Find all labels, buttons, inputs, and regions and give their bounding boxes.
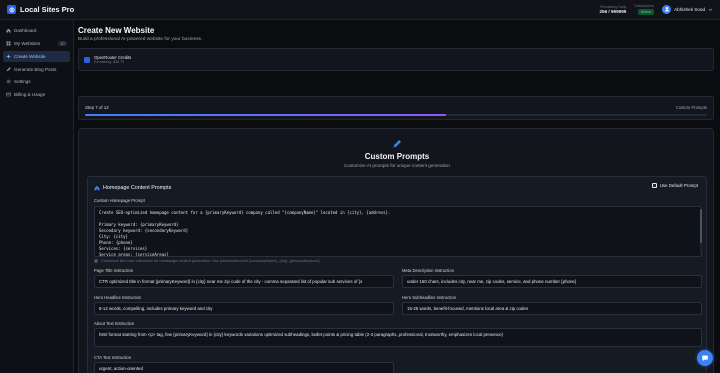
- user-icon: [664, 7, 669, 12]
- sidebar-item-label: Create Website: [14, 53, 46, 59]
- custom-prompts-card: Custom Prompts Customize AI prompts for …: [78, 128, 714, 373]
- status-badge: Active: [637, 8, 655, 16]
- use-default-prompt-button[interactable]: Use Default Prompt: [651, 183, 698, 188]
- section-subtitle: Customize AI prompts for unique content …: [344, 163, 450, 168]
- subscription-label: Subscription: [634, 3, 655, 8]
- progress-fill: [85, 114, 446, 116]
- sidebar-item-settings[interactable]: Settings: [3, 76, 70, 88]
- homepage-prompts-card: Homepage Content Prompts Use Default Pro…: [87, 176, 707, 373]
- sidebar-item-create-website[interactable]: Create Website: [3, 50, 70, 63]
- home-icon: [94, 185, 100, 191]
- step-name: Custom Prompts: [675, 105, 707, 110]
- meta-description-input[interactable]: under 160 chars, includes city, near me,…: [402, 275, 702, 288]
- app-title: Local Sites Pro: [20, 5, 75, 14]
- count-badge: 10: [58, 41, 67, 47]
- user-menu[interactable]: Abhishek Sood: [662, 4, 713, 14]
- page-title: Create New Website: [78, 26, 155, 35]
- use-default-label: Use Default Prompt: [659, 183, 698, 188]
- page-title-instruction-label: Page Title Instruction: [94, 268, 134, 273]
- cta-text-input[interactable]: urgent, action-oriented: [94, 362, 394, 373]
- plus-icon: [6, 54, 11, 59]
- subscription-status: Subscription Active: [634, 3, 655, 16]
- avatar: [662, 4, 672, 14]
- progress-bar: [85, 114, 707, 116]
- homepage-prompt-hint: Customize the main instruction for homep…: [94, 259, 321, 263]
- page-title-instruction-input[interactable]: CTR optimized title in format {primaryKe…: [94, 275, 394, 288]
- meta-description-label: Meta Description Instruction: [402, 268, 454, 273]
- sidebar-item-label: My Websites: [14, 41, 41, 47]
- default-checkbox[interactable]: [651, 183, 657, 188]
- credits-remaining: Remaining: $58.79: [94, 60, 125, 64]
- scrollbar-thumb[interactable]: [700, 209, 702, 243]
- sidebar-item-billing[interactable]: Billing & Usage: [3, 89, 70, 101]
- logo-icon: [7, 5, 16, 14]
- section-title: Custom Prompts: [364, 152, 430, 161]
- step-label: Step 7 of 12: [85, 105, 109, 110]
- homepage-prompts-title: Homepage Content Prompts: [103, 185, 172, 191]
- chat-button[interactable]: [697, 350, 713, 366]
- grid-icon: [6, 41, 11, 46]
- hero-headline-label: Hero Headline Instruction: [94, 295, 142, 300]
- credits-icon: [84, 56, 90, 63]
- hero-subheadline-label: Hero Subheadline Instruction: [402, 295, 457, 300]
- user-name: Abhishek Sood: [674, 6, 705, 12]
- gear-icon: [6, 79, 11, 84]
- sidebar-item-label: Billing & Usage: [14, 92, 46, 98]
- sidebar-item-label: Settings: [14, 79, 31, 85]
- daily-usage: Remaining Daily 256 / 999999: [599, 5, 626, 15]
- homepage-prompts-header: Homepage Content Prompts: [94, 185, 171, 191]
- daily-usage-value: 256 / 999999: [599, 8, 627, 14]
- card-icon: [6, 92, 11, 97]
- step-progress-card: Step 7 of 12 Custom Prompts: [78, 96, 714, 120]
- sidebar-item-my-websites[interactable]: My Websites 10: [3, 38, 70, 50]
- chat-icon: [702, 355, 708, 361]
- info-icon: [94, 259, 98, 263]
- sidebar: Dashboard My Websites 10 Create Website …: [0, 20, 74, 373]
- main-content: Create New Website Build a professional …: [78, 20, 716, 373]
- sidebar-item-dashboard[interactable]: Dashboard: [3, 25, 70, 37]
- page-subtitle: Build a professional AI-powered website …: [78, 37, 203, 42]
- hero-subheadline-input[interactable]: 15-25 words, benefit-focused, mentions l…: [402, 302, 702, 315]
- homepage-prompt-label: Custom Homepage Prompt: [94, 198, 145, 203]
- sidebar-item-label: Generate Blog Posts: [14, 66, 57, 72]
- pencil-icon: [393, 140, 401, 148]
- about-text-input[interactable]: html format starting from <p> tag, few {…: [94, 328, 702, 347]
- sidebar-item-generate-blog-posts[interactable]: Generate Blog Posts: [3, 63, 70, 75]
- credits-card: OpenRouter Credits Remaining: $58.79: [78, 48, 714, 71]
- homepage-prompt-textarea[interactable]: Create SEO-optimized homepage content fo…: [94, 206, 702, 257]
- sidebar-item-label: Dashboard: [14, 28, 37, 34]
- hero-headline-input[interactable]: 8-12 words, compelling, includes primary…: [94, 302, 394, 315]
- top-bar: Local Sites Pro Remaining Daily 256 / 99…: [0, 0, 720, 20]
- hint-text: Customize the main instruction for homep…: [101, 259, 321, 263]
- cta-text-label: CTA Text Instruction: [94, 355, 132, 360]
- textarea-scrollbar[interactable]: [700, 209, 702, 253]
- pen-icon: [6, 66, 11, 72]
- chevron-down-icon: [708, 8, 713, 11]
- about-text-label: About Text Instruction: [94, 321, 135, 326]
- home-icon: [6, 28, 11, 33]
